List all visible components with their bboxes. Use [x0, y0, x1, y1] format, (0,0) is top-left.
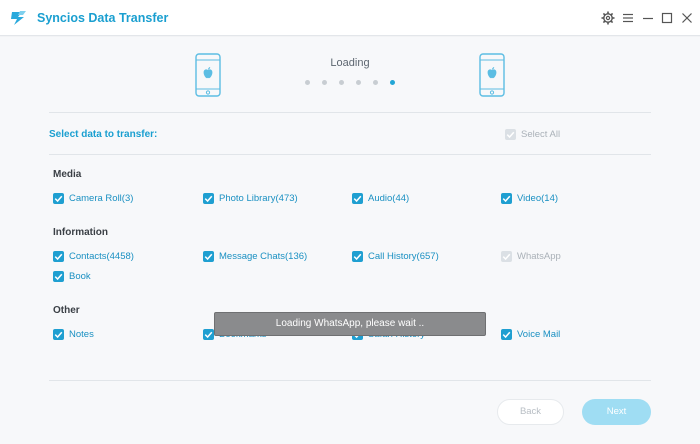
top-divider	[49, 112, 651, 113]
checkbox-message-chats[interactable]: Message Chats(136)	[203, 251, 307, 262]
checkbox-icon	[53, 251, 64, 262]
checkbox-video[interactable]: Video(14)	[501, 193, 558, 204]
checkbox-audio[interactable]: Audio(44)	[352, 193, 409, 204]
checkbox-icon	[352, 193, 363, 204]
title-bar: Syncios Data Transfer	[0, 0, 700, 36]
progress-dot	[356, 80, 361, 85]
progress-dot	[373, 80, 378, 85]
select-all-checkbox[interactable]: Select All	[505, 129, 560, 140]
checkbox-whatsapp[interactable]: WhatsApp	[501, 251, 561, 262]
item-label: Video(14)	[517, 193, 559, 204]
item-label: Audio(44)	[368, 193, 410, 204]
select-data-title: Select data to transfer:	[49, 129, 158, 140]
item-label: Call History(657)	[368, 251, 439, 262]
checkbox-icon	[501, 329, 512, 340]
section-divider	[49, 154, 651, 155]
source-iphone-icon	[195, 53, 221, 97]
checkbox-notes[interactable]: Notes	[53, 329, 94, 340]
minimize-icon[interactable]	[641, 11, 655, 25]
progress-dot	[322, 80, 327, 85]
checkbox-icon	[203, 329, 214, 340]
checkbox-photo-library[interactable]: Photo Library(473)	[203, 193, 298, 204]
checkbox-camera-roll[interactable]: Camera Roll(3)	[53, 193, 133, 204]
maximize-icon[interactable]	[660, 11, 674, 25]
item-label: Voice Mail	[517, 329, 561, 340]
item-label: Message Chats(136)	[219, 251, 308, 262]
item-label: Camera Roll(3)	[69, 193, 134, 204]
item-label: Notes	[69, 329, 94, 340]
item-label: Book	[69, 271, 91, 282]
checkbox-contacts[interactable]: Contacts(4458)	[53, 251, 134, 262]
gear-icon[interactable]	[601, 11, 615, 25]
checkbox-icon	[352, 251, 363, 262]
checkbox-icon	[505, 129, 516, 140]
section-title-media: Media	[53, 169, 82, 180]
section-title-other: Other	[53, 305, 80, 316]
target-iphone-icon	[479, 53, 505, 97]
select-all-label: Select All	[521, 129, 561, 140]
progress-dot-active	[390, 80, 395, 85]
item-label: Photo Library(473)	[219, 193, 298, 204]
next-button[interactable]: Next	[582, 399, 651, 425]
loading-toast: Loading WhatsApp, please wait ..	[214, 312, 486, 336]
progress-dot	[305, 80, 310, 85]
checkbox-call-history[interactable]: Call History(657)	[352, 251, 439, 262]
checkbox-icon	[501, 193, 512, 204]
item-label: Contacts(4458)	[69, 251, 134, 262]
checkbox-icon	[53, 329, 64, 340]
checkbox-icon	[203, 193, 214, 204]
syncios-logo-icon	[11, 11, 26, 25]
menu-icon[interactable]	[621, 11, 635, 25]
checkbox-icon	[203, 251, 214, 262]
main-panel: Loading Select data to transfer: Select …	[0, 37, 700, 444]
loading-label: Loading	[330, 57, 370, 69]
back-button[interactable]: Back	[497, 399, 564, 425]
close-icon[interactable]	[680, 11, 694, 25]
checkbox-voice-mail[interactable]: Voice Mail	[501, 329, 560, 340]
progress-dot	[339, 80, 344, 85]
checkbox-icon	[53, 271, 64, 282]
section-title-information: Information	[53, 227, 108, 238]
checkbox-book[interactable]: Book	[53, 271, 91, 282]
checkbox-icon	[53, 193, 64, 204]
checkbox-icon	[501, 251, 512, 262]
app-title: Syncios Data Transfer	[37, 11, 169, 25]
item-label: WhatsApp	[517, 251, 561, 262]
bottom-divider	[49, 380, 651, 381]
